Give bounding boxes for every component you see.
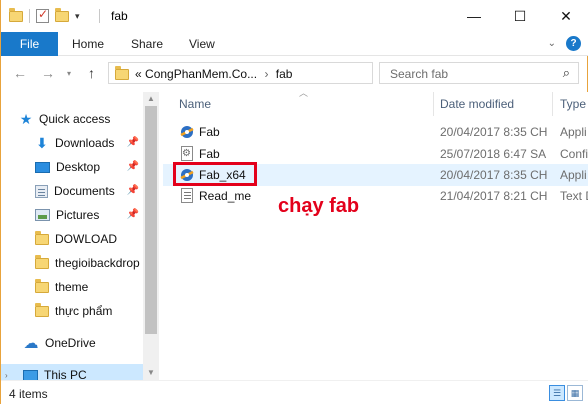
ribbon-controls: ⌄ ? [548, 36, 581, 51]
nav-item-thegioibackdrop[interactable]: thegioibackdrop [35, 252, 143, 274]
nav-item-documents[interactable]: Documents 📌 [35, 180, 143, 202]
file-row[interactable]: Read_me 21/04/2017 8:21 CH Text D [163, 185, 588, 207]
pin-icon[interactable]: 📌 [127, 137, 139, 148]
breadcrumb: « CongPhanMem.Co... › fab [135, 67, 292, 81]
text-file-icon [181, 188, 193, 203]
file-row[interactable]: Fab 20/04/2017 8:35 CH Appli [163, 121, 588, 143]
download-icon: ⬇ [36, 134, 48, 151]
search-box[interactable]: Search fab ⌕ [379, 62, 579, 84]
folder-icon [35, 254, 49, 269]
nav-item-pictures[interactable]: Pictures 📌 [35, 204, 143, 226]
close-button[interactable]: ✕ [543, 0, 588, 32]
pictures-icon [35, 209, 50, 221]
scroll-down-icon[interactable]: ▼ [147, 368, 155, 377]
help-icon[interactable]: ? [566, 36, 581, 51]
pin-icon[interactable]: 📌 [127, 185, 139, 196]
item-count: 4 items [9, 387, 48, 401]
fab-app-icon [180, 126, 194, 138]
star-icon: ★ [19, 110, 33, 127]
back-arrow-icon[interactable]: ← [13, 65, 27, 81]
scroll-up-icon[interactable]: ▲ [147, 94, 155, 103]
new-folder-icon[interactable] [55, 7, 69, 22]
status-bar: 4 items ☰ ▦ [1, 380, 588, 404]
window-controls: — ☐ ✕ [451, 0, 588, 32]
breadcrumb-overflow[interactable]: « [135, 67, 142, 81]
minimize-button[interactable]: — [451, 0, 497, 32]
tab-file[interactable]: File [1, 32, 58, 56]
navigation-bar: ← → ▾ ↑ « CongPhanMem.Co... › fab ▾ ↻ Se… [1, 57, 588, 90]
column-header-date[interactable]: Date modified [440, 92, 514, 116]
column-divider[interactable] [552, 92, 553, 116]
this-pc-icon [23, 369, 38, 380]
tab-view[interactable]: View [189, 32, 215, 56]
onedrive-icon: ☁ [23, 335, 39, 352]
address-bar[interactable]: « CongPhanMem.Co... › fab ▾ ↻ [108, 62, 475, 84]
documents-icon [35, 184, 48, 198]
nav-item-onedrive[interactable]: ☁ OneDrive [23, 332, 143, 354]
config-file-icon [181, 146, 193, 161]
navigation-pane: ★ Quick access ⬇ Downloads 📌 Desktop 📌 D… [1, 92, 159, 380]
toolbar-divider [29, 9, 30, 23]
nav-item-theme[interactable]: theme [35, 276, 143, 298]
folder-icon[interactable] [9, 7, 23, 22]
nav-item-dowload[interactable]: DOWLOAD [35, 228, 143, 250]
explorer-window: ▾ fab — ☐ ✕ File Home Share View ⌄ ? ← →… [0, 0, 588, 404]
annotation-text: chạy fab [278, 195, 360, 217]
search-icon[interactable]: ⌕ [563, 65, 570, 81]
nav-item-thuc-pham[interactable]: thực phẩm [35, 300, 143, 322]
breadcrumb-separator[interactable]: › [264, 67, 268, 81]
breadcrumb-item[interactable]: CongPhanMem.Co... [145, 67, 257, 81]
folder-icon [35, 230, 49, 245]
breadcrumb-item[interactable]: fab [276, 67, 293, 81]
folder-icon [35, 302, 49, 317]
nav-item-desktop[interactable]: Desktop 📌 [35, 156, 143, 178]
window-title: fab [111, 9, 128, 23]
title-bar: ▾ fab — ☐ ✕ [1, 0, 588, 32]
quick-access-toolbar: ▾ [9, 7, 80, 23]
nav-item-downloads[interactable]: ⬇ Downloads 📌 [35, 132, 143, 154]
sort-ascending-icon: ︿ [299, 92, 309, 98]
folder-icon [35, 278, 49, 293]
tab-share[interactable]: Share [131, 32, 163, 56]
pin-icon[interactable]: 📌 [127, 209, 139, 220]
pin-icon[interactable]: 📌 [127, 161, 139, 172]
forward-arrow-icon[interactable]: → [41, 65, 55, 81]
desktop-icon [35, 161, 50, 173]
expand-ribbon-icon[interactable]: ⌄ [548, 38, 556, 49]
column-divider[interactable] [433, 92, 434, 116]
title-divider [99, 9, 100, 23]
file-list: ︿ Name Date modified Type Fab 20/04/2017… [163, 92, 588, 380]
ribbon: File Home Share View ⌄ ? [1, 32, 588, 56]
highlight-box [173, 162, 257, 186]
nav-item-this-pc[interactable]: › This PC [1, 364, 143, 380]
folder-icon [115, 66, 129, 80]
search-input[interactable]: Search fab [390, 67, 448, 81]
scroll-thumb[interactable] [145, 106, 157, 334]
column-header-type[interactable]: Type [560, 92, 586, 116]
tab-home[interactable]: Home [72, 32, 104, 56]
nav-item-quick-access[interactable]: ★ Quick access [19, 108, 159, 130]
up-arrow-icon[interactable]: ↑ [88, 65, 95, 81]
properties-icon[interactable] [36, 7, 49, 23]
view-switcher: ☰ ▦ [549, 385, 583, 401]
details-view-icon[interactable]: ☰ [549, 385, 565, 401]
recent-locations-icon[interactable]: ▾ [67, 69, 71, 78]
nav-pane-scrollbar[interactable]: ▲ ▼ [143, 92, 159, 380]
expand-chevron-icon[interactable]: › [5, 371, 8, 380]
large-icons-view-icon[interactable]: ▦ [567, 385, 583, 401]
maximize-button[interactable]: ☐ [497, 0, 543, 32]
customize-toolbar-icon[interactable]: ▾ [75, 11, 80, 22]
column-header-name[interactable]: Name [179, 92, 211, 116]
